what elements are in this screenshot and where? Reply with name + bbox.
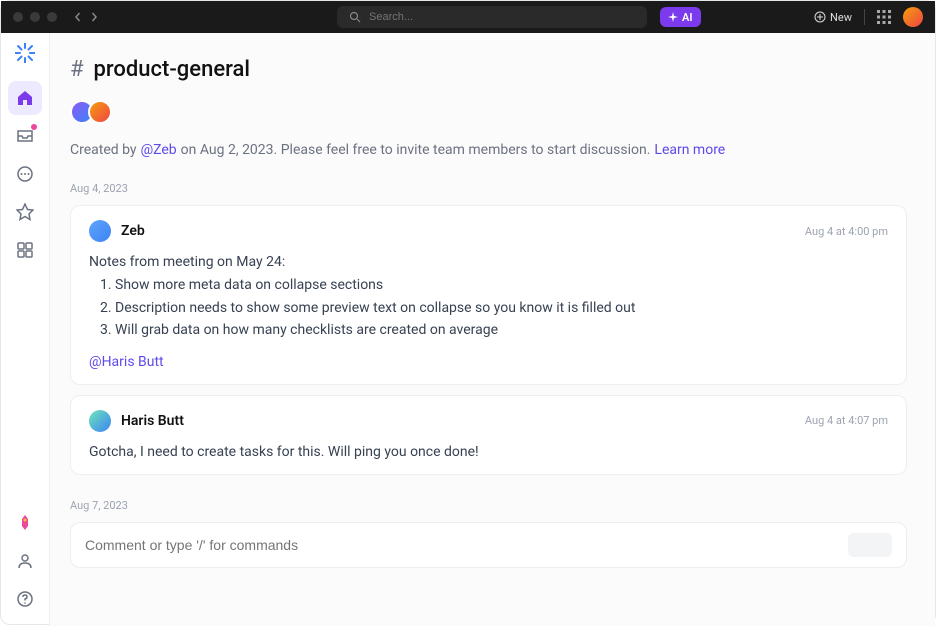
mention-link[interactable]: @Haris Butt: [89, 354, 164, 370]
channel-info: Created by @Zeb on Aug 2, 2023. Please f…: [70, 142, 907, 158]
app-logo[interactable]: [15, 43, 35, 63]
notes-list: Show more meta data on collapse sections…: [89, 276, 888, 341]
search-bar[interactable]: [337, 6, 647, 28]
date-divider: Aug 7, 2023: [70, 499, 907, 512]
sidebar-upgrade[interactable]: [8, 506, 42, 540]
hash-icon: #: [70, 57, 84, 82]
maximize-window[interactable]: [47, 12, 57, 22]
date-divider: Aug 4, 2023: [70, 182, 907, 195]
sidebar-home[interactable]: [8, 81, 42, 115]
star-icon: [16, 203, 34, 221]
sidebar-more[interactable]: [8, 157, 42, 191]
author-avatar[interactable]: [89, 220, 111, 242]
sidebar: [1, 33, 50, 626]
back-button[interactable]: [73, 12, 83, 22]
new-button[interactable]: New: [814, 11, 852, 24]
channel-header: # product-general: [70, 57, 907, 82]
close-window[interactable]: [13, 12, 23, 22]
member-avatars[interactable]: [70, 100, 907, 124]
message-header: Zeb Aug 4 at 4:00 pm: [89, 220, 888, 242]
sidebar-help[interactable]: [8, 582, 42, 616]
message-timestamp: Aug 4 at 4:00 pm: [805, 225, 888, 238]
more-icon: [16, 165, 34, 183]
sidebar-favorites[interactable]: [8, 195, 42, 229]
plus-circle-icon: [814, 11, 826, 23]
home-icon: [16, 89, 34, 107]
topbar: AI New: [1, 1, 935, 33]
learn-more-link[interactable]: Learn more: [654, 142, 725, 158]
channel-name: product-general: [94, 57, 250, 82]
grid-icon: [16, 241, 34, 259]
message-body: Gotcha, I need to create tasks for this.…: [89, 444, 888, 460]
navigation-arrows: [73, 12, 99, 22]
member-avatar: [88, 100, 112, 124]
window-controls: [13, 12, 57, 22]
user-avatar[interactable]: [903, 7, 923, 27]
list-item: Show more meta data on collapse sections: [115, 276, 888, 296]
help-icon: [16, 590, 34, 608]
sidebar-dashboards[interactable]: [8, 233, 42, 267]
ai-button[interactable]: AI: [660, 7, 701, 27]
created-prefix: Created by: [70, 142, 137, 158]
sidebar-inbox[interactable]: [8, 119, 42, 153]
created-suffix: on Aug 2, 2023. Please feel free to invi…: [181, 142, 651, 158]
apps-icon[interactable]: [877, 10, 891, 24]
author-name: Zeb: [121, 223, 145, 239]
author-name: Haris Butt: [121, 413, 184, 429]
message-card: Haris Butt Aug 4 at 4:07 pm Gotcha, I ne…: [70, 395, 907, 475]
list-item: Description needs to show some preview t…: [115, 299, 888, 319]
rocket-icon: [16, 514, 34, 532]
creator-link[interactable]: @Zeb: [141, 142, 177, 158]
topbar-right: New: [814, 7, 923, 27]
divider: [864, 9, 865, 25]
send-button[interactable]: [848, 533, 892, 557]
minimize-window[interactable]: [30, 12, 40, 22]
ai-label: AI: [682, 11, 693, 24]
inbox-icon: [16, 127, 34, 145]
forward-button[interactable]: [89, 12, 99, 22]
composer[interactable]: [70, 522, 907, 568]
search-icon: [349, 11, 361, 23]
composer-input[interactable]: [85, 537, 848, 553]
message-card: Zeb Aug 4 at 4:00 pm Notes from meeting …: [70, 205, 907, 385]
message-header: Haris Butt Aug 4 at 4:07 pm: [89, 410, 888, 432]
search-input[interactable]: [369, 11, 635, 23]
notification-badge: [31, 124, 37, 130]
message-body: Notes from meeting on May 24: Show more …: [89, 254, 888, 370]
main-content: # product-general Created by @Zeb on Aug…: [50, 33, 935, 626]
sidebar-people[interactable]: [8, 544, 42, 578]
author-avatar[interactable]: [89, 410, 111, 432]
person-icon: [16, 552, 34, 570]
message-text: Gotcha, I need to create tasks for this.…: [89, 444, 888, 460]
message-intro: Notes from meeting on May 24:: [89, 254, 888, 270]
sparkle-icon: [668, 12, 678, 22]
new-label: New: [830, 11, 852, 24]
list-item: Will grab data on how many checklists ar…: [115, 321, 888, 341]
message-timestamp: Aug 4 at 4:07 pm: [805, 414, 888, 427]
